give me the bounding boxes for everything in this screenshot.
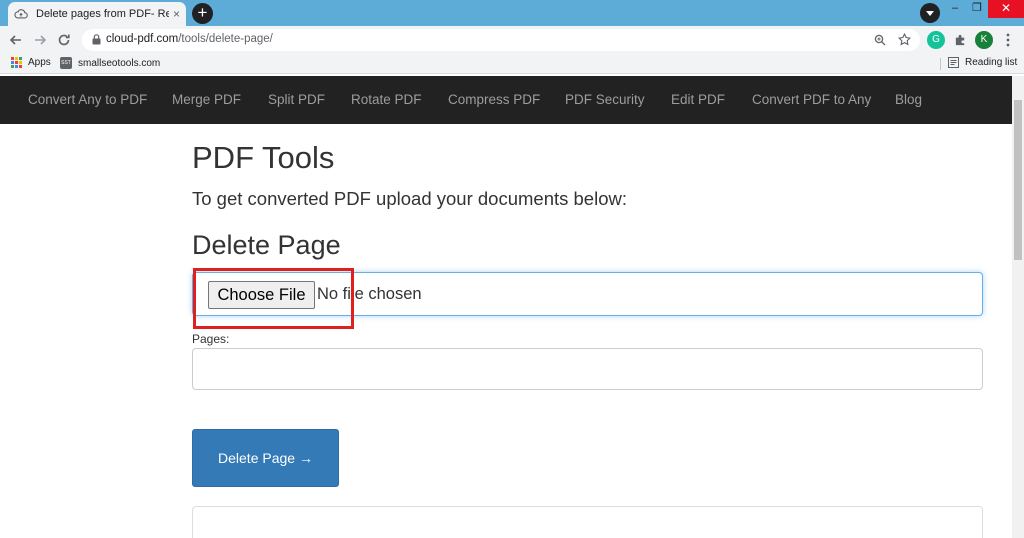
nav-convert-pdf-to-any[interactable]: Convert PDF to Any <box>752 76 871 124</box>
bookmark-apps-label: Apps <box>28 57 51 68</box>
nav-blog[interactable]: Blog <box>895 76 922 124</box>
back-arrow-icon[interactable] <box>6 30 26 50</box>
nav-edit-pdf[interactable]: Edit PDF <box>671 76 725 124</box>
annotation-highlight-box <box>193 268 354 329</box>
minimize-button[interactable]: – <box>944 0 966 18</box>
reading-list-label: Reading list <box>965 57 1018 68</box>
page-lead-text: To get converted PDF upload your documen… <box>192 188 627 209</box>
reading-list-button[interactable]: Reading list <box>948 57 1017 68</box>
url-text: cloud-pdf.com/tools/delete-page/ <box>106 33 273 45</box>
result-panel <box>192 506 983 538</box>
delete-page-button[interactable]: Delete Page → <box>192 429 339 487</box>
pages-label: Pages: <box>192 332 230 346</box>
bookmark-smallseotools-label: smallseotools.com <box>78 57 161 69</box>
browser-tab-strip: Delete pages from PDF- Remove × + – ❐ ✕ <box>0 0 1024 26</box>
tab-close-icon[interactable]: × <box>173 7 180 21</box>
address-bar[interactable]: cloud-pdf.com/tools/delete-page/ <box>82 29 920 51</box>
tab-search-icon[interactable] <box>920 3 940 23</box>
extensions-puzzle-icon[interactable] <box>950 30 970 50</box>
page-scrollbar-thumb[interactable] <box>1014 100 1022 260</box>
forward-arrow-icon[interactable] <box>30 30 50 50</box>
grammarly-extension-icon[interactable]: G <box>927 31 945 49</box>
new-tab-button[interactable]: + <box>192 3 213 24</box>
zoom-icon[interactable] <box>872 32 888 48</box>
browser-toolbar: cloud-pdf.com/tools/delete-page/ G K <box>0 26 1024 54</box>
browser-tab-active[interactable]: Delete pages from PDF- Remove × <box>8 2 186 26</box>
bookmark-smallseotools[interactable]: SST smallseotools.com <box>60 57 160 69</box>
bookmarks-divider <box>940 58 941 70</box>
nav-rotate-pdf[interactable]: Rotate PDF <box>351 76 422 124</box>
window-close-button[interactable]: ✕ <box>988 0 1024 18</box>
nav-pdf-security[interactable]: PDF Security <box>565 76 645 124</box>
page-title: PDF Tools <box>192 140 335 175</box>
lock-icon <box>92 34 101 45</box>
maximize-button[interactable]: ❐ <box>966 0 988 18</box>
section-title: Delete Page <box>192 230 341 260</box>
reading-list-icon <box>948 57 959 68</box>
nav-split-pdf[interactable]: Split PDF <box>268 76 325 124</box>
more-menu-icon[interactable] <box>998 30 1018 50</box>
nav-compress-pdf[interactable]: Compress PDF <box>448 76 540 124</box>
apps-grid-icon <box>11 57 22 68</box>
bookmarks-bar: Apps SST smallseotools.com Reading list <box>0 54 1024 74</box>
pages-input[interactable] <box>192 348 983 390</box>
tab-title: Delete pages from PDF- Remove <box>36 8 169 20</box>
smallseotools-icon: SST <box>60 57 72 69</box>
nav-merge-pdf[interactable]: Merge PDF <box>172 76 241 124</box>
bookmark-star-icon[interactable] <box>896 32 912 48</box>
nav-convert-any-to-pdf[interactable]: Convert Any to PDF <box>28 76 147 124</box>
profile-avatar[interactable]: K <box>975 31 993 49</box>
bookmark-apps[interactable]: Apps <box>11 57 51 68</box>
cloud-upload-icon <box>14 9 28 19</box>
site-navbar: Convert Any to PDF Merge PDF Split PDF R… <box>0 76 1012 124</box>
reload-icon[interactable] <box>54 30 74 50</box>
